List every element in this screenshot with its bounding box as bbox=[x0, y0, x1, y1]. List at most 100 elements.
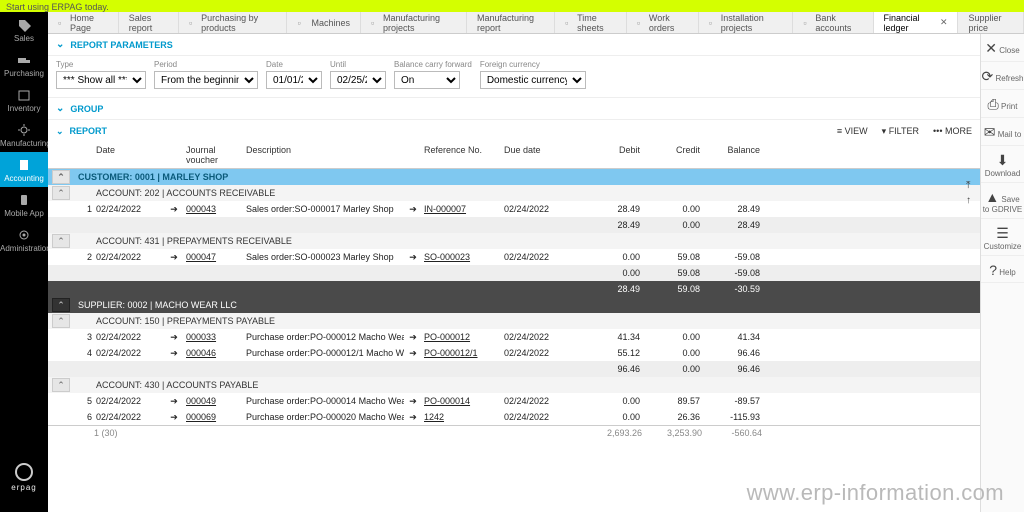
left-sidebar: Sales Purchasing Inventory Manufacturing… bbox=[0, 12, 48, 512]
tab-bank-accounts[interactable]: ▫ Bank accounts bbox=[793, 12, 873, 33]
print-button[interactable]: ⎙ Print bbox=[981, 90, 1024, 118]
cog-icon bbox=[0, 228, 48, 242]
subtotal-row: 0.0059.08-59.08 bbox=[48, 265, 980, 281]
section-report-parameters[interactable]: ⌄ REPORT PARAMETERS bbox=[48, 34, 980, 56]
ledger-row[interactable]: 6 02/24/2022 ➔ 000069 Purchase order:PO-… bbox=[48, 409, 980, 425]
section-report: ⌄ REPORT ≡ VIEW ▾ FILTER ••• MORE bbox=[48, 120, 980, 142]
tab-home-page[interactable]: ▫ Home Page bbox=[48, 12, 119, 33]
filter-button[interactable]: ▾ FILTER bbox=[882, 126, 919, 137]
cart-icon: ▫ bbox=[189, 18, 197, 28]
type-select[interactable]: *** Show all *** bbox=[56, 71, 146, 89]
arrow-right-icon: ➔ bbox=[404, 203, 422, 216]
account-header[interactable]: ⌃ ACCOUNT: 150 | PREPAYMENTS PAYABLE bbox=[48, 313, 980, 329]
collapse-icon[interactable]: ⌃ bbox=[52, 186, 70, 200]
box-icon bbox=[0, 88, 48, 102]
mail-to-button[interactable]: ✉ Mail to bbox=[981, 118, 1024, 146]
journal-voucher-link[interactable]: 000033 bbox=[184, 331, 244, 343]
arrow-right-icon: ➔ bbox=[164, 251, 184, 264]
collapse-icon[interactable]: ⌃ bbox=[52, 298, 70, 312]
journal-voucher-link[interactable]: 000046 bbox=[184, 347, 244, 359]
more-button[interactable]: ••• MORE bbox=[933, 126, 972, 136]
tab-supplier-price[interactable]: Supplier price bbox=[958, 12, 1024, 33]
collapse-icon[interactable]: ⌃ bbox=[52, 314, 70, 328]
report-parameters: Type *** Show all *** Period From the be… bbox=[48, 56, 980, 98]
help-button[interactable]: ? Help bbox=[981, 256, 1024, 283]
tab-purchasing-by-products[interactable]: ▫ Purchasing by products bbox=[179, 12, 287, 33]
ledger-row[interactable]: 2 02/24/2022 ➔ 000047 Sales order:SO-000… bbox=[48, 249, 980, 265]
group-header[interactable]: ⌃ CUSTOMER: 0001 | MARLEY SHOP bbox=[48, 169, 980, 185]
collapse-icon[interactable]: ⌃ bbox=[52, 234, 70, 248]
subtotal-row: 96.460.0096.46 bbox=[48, 361, 980, 377]
save-to-gdrive-button[interactable]: ▲ Save to GDRIVE bbox=[981, 183, 1024, 219]
chevron-down-icon: ⌄ bbox=[56, 39, 64, 50]
sidebar-item-inventory[interactable]: Inventory bbox=[0, 82, 48, 117]
lines-icon: ▫ bbox=[565, 18, 573, 28]
account-header[interactable]: ⌃ ACCOUNT: 430 | ACCOUNTS PAYABLE bbox=[48, 377, 980, 393]
sidebar-item-accounting[interactable]: Accounting bbox=[0, 152, 48, 187]
journal-voucher-link[interactable]: 000069 bbox=[184, 411, 244, 423]
ledger-row[interactable]: 3 02/24/2022 ➔ 000033 Purchase order:PO-… bbox=[48, 329, 980, 345]
refresh-button[interactable]: ⟳ Refresh bbox=[981, 62, 1024, 90]
param-date: Date 01/01/2022 bbox=[266, 60, 322, 89]
book-icon bbox=[0, 158, 48, 172]
arrow-right-icon: ➔ bbox=[164, 411, 184, 424]
tab-sales-report[interactable]: Sales report bbox=[119, 12, 179, 33]
right-action-rail: ✕ Close ⟳ Refresh ⎙ Print ✉ Mail to ⬇ Do… bbox=[980, 34, 1024, 512]
group-header[interactable]: ⌃ SUPPLIER: 0002 | MACHO WEAR LLC bbox=[48, 297, 980, 313]
tab-financial-ledger[interactable]: Financial ledger ✕ bbox=[874, 12, 959, 33]
main-content: ⌄ REPORT PARAMETERS Type *** Show all **… bbox=[48, 34, 980, 512]
collapse-icon[interactable]: ⌃ bbox=[52, 378, 70, 392]
arrow-right-icon: ➔ bbox=[404, 347, 422, 360]
sidebar-item-sales[interactable]: Sales bbox=[0, 12, 48, 47]
print-icon: ⎙ bbox=[988, 96, 999, 112]
customize-button[interactable]: ☰ Customize bbox=[981, 219, 1024, 256]
ledger-row[interactable]: 5 02/24/2022 ➔ 000049 Purchase order:PO-… bbox=[48, 393, 980, 409]
section-group[interactable]: ⌄ GROUP bbox=[48, 98, 980, 120]
tune-icon: ☰ bbox=[996, 225, 1009, 241]
currency-select[interactable]: Domestic currency bbox=[480, 71, 586, 89]
scroll-icons[interactable]: ⤒ ↑ bbox=[966, 180, 978, 206]
reference-link[interactable]: PO-000014 bbox=[422, 395, 502, 407]
close-icon: ✕ bbox=[985, 40, 997, 56]
reference-link[interactable]: 1242 bbox=[422, 411, 502, 423]
reference-link[interactable]: SO-000023 bbox=[422, 251, 502, 263]
ledger-row[interactable]: 4 02/24/2022 ➔ 000046 Purchase order:PO-… bbox=[48, 345, 980, 361]
reference-link[interactable]: PO-000012 bbox=[422, 331, 502, 343]
journal-voucher-link[interactable]: 000043 bbox=[184, 203, 244, 215]
sidebar-item-purchasing[interactable]: Purchasing bbox=[0, 47, 48, 82]
pin-icon: ▫ bbox=[709, 18, 717, 28]
grid-header: Date Journal voucher Description Referen… bbox=[48, 142, 980, 169]
grid-footer: 1 (30) 2,693.26 3,253.90 -560.64 bbox=[48, 425, 980, 440]
tab-manufacturing-report[interactable]: Manufacturing report bbox=[467, 12, 555, 33]
tab-machines[interactable]: ▫ Machines bbox=[287, 12, 361, 33]
tab-work-orders[interactable]: ▫ Work orders bbox=[627, 12, 699, 33]
period-select[interactable]: From the beginning of the year bbox=[154, 71, 258, 89]
refresh-icon: ⟳ bbox=[982, 68, 994, 84]
chevron-down-icon: ⌄ bbox=[56, 126, 64, 137]
tab-manufacturing-projects[interactable]: ▫ Manufacturing projects bbox=[361, 12, 467, 33]
view-button[interactable]: ≡ VIEW bbox=[837, 126, 868, 136]
reference-link[interactable]: IN-000007 bbox=[422, 203, 502, 215]
ledger-row[interactable]: 1 02/24/2022 ➔ 000043 Sales order:SO-000… bbox=[48, 201, 980, 217]
journal-voucher-link[interactable]: 000047 bbox=[184, 251, 244, 263]
arrow-right-icon: ➔ bbox=[164, 395, 184, 408]
date-select[interactable]: 01/01/2022 bbox=[266, 71, 322, 89]
reference-link[interactable]: PO-000012/1 bbox=[422, 347, 502, 359]
sidebar-item-administration[interactable]: Administration bbox=[0, 222, 48, 257]
close-button[interactable]: ✕ Close bbox=[981, 34, 1024, 62]
arrow-right-icon: ➔ bbox=[164, 347, 184, 360]
sidebar-item-manufacturing[interactable]: Manufacturing bbox=[0, 117, 48, 152]
close-icon[interactable]: ✕ bbox=[940, 17, 948, 28]
arrow-right-icon: ➔ bbox=[404, 251, 422, 264]
sidebar-item-mobile-app[interactable]: Mobile App bbox=[0, 187, 48, 222]
tab-installation-projects[interactable]: ▫ Installation projects bbox=[699, 12, 794, 33]
account-header[interactable]: ⌃ ACCOUNT: 202 | ACCOUNTS RECEIVABLE bbox=[48, 185, 980, 201]
carry-select[interactable]: On bbox=[394, 71, 460, 89]
collapse-icon[interactable]: ⌃ bbox=[52, 170, 70, 184]
journal-voucher-link[interactable]: 000049 bbox=[184, 395, 244, 407]
account-header[interactable]: ⌃ ACCOUNT: 431 | PREPAYMENTS RECEIVABLE bbox=[48, 233, 980, 249]
download-button[interactable]: ⬇ Download bbox=[981, 146, 1024, 183]
param-type: Type *** Show all *** bbox=[56, 60, 146, 89]
until-select[interactable]: 02/25/2022 bbox=[330, 71, 386, 89]
tab-time-sheets[interactable]: ▫ Time sheets bbox=[555, 12, 627, 33]
